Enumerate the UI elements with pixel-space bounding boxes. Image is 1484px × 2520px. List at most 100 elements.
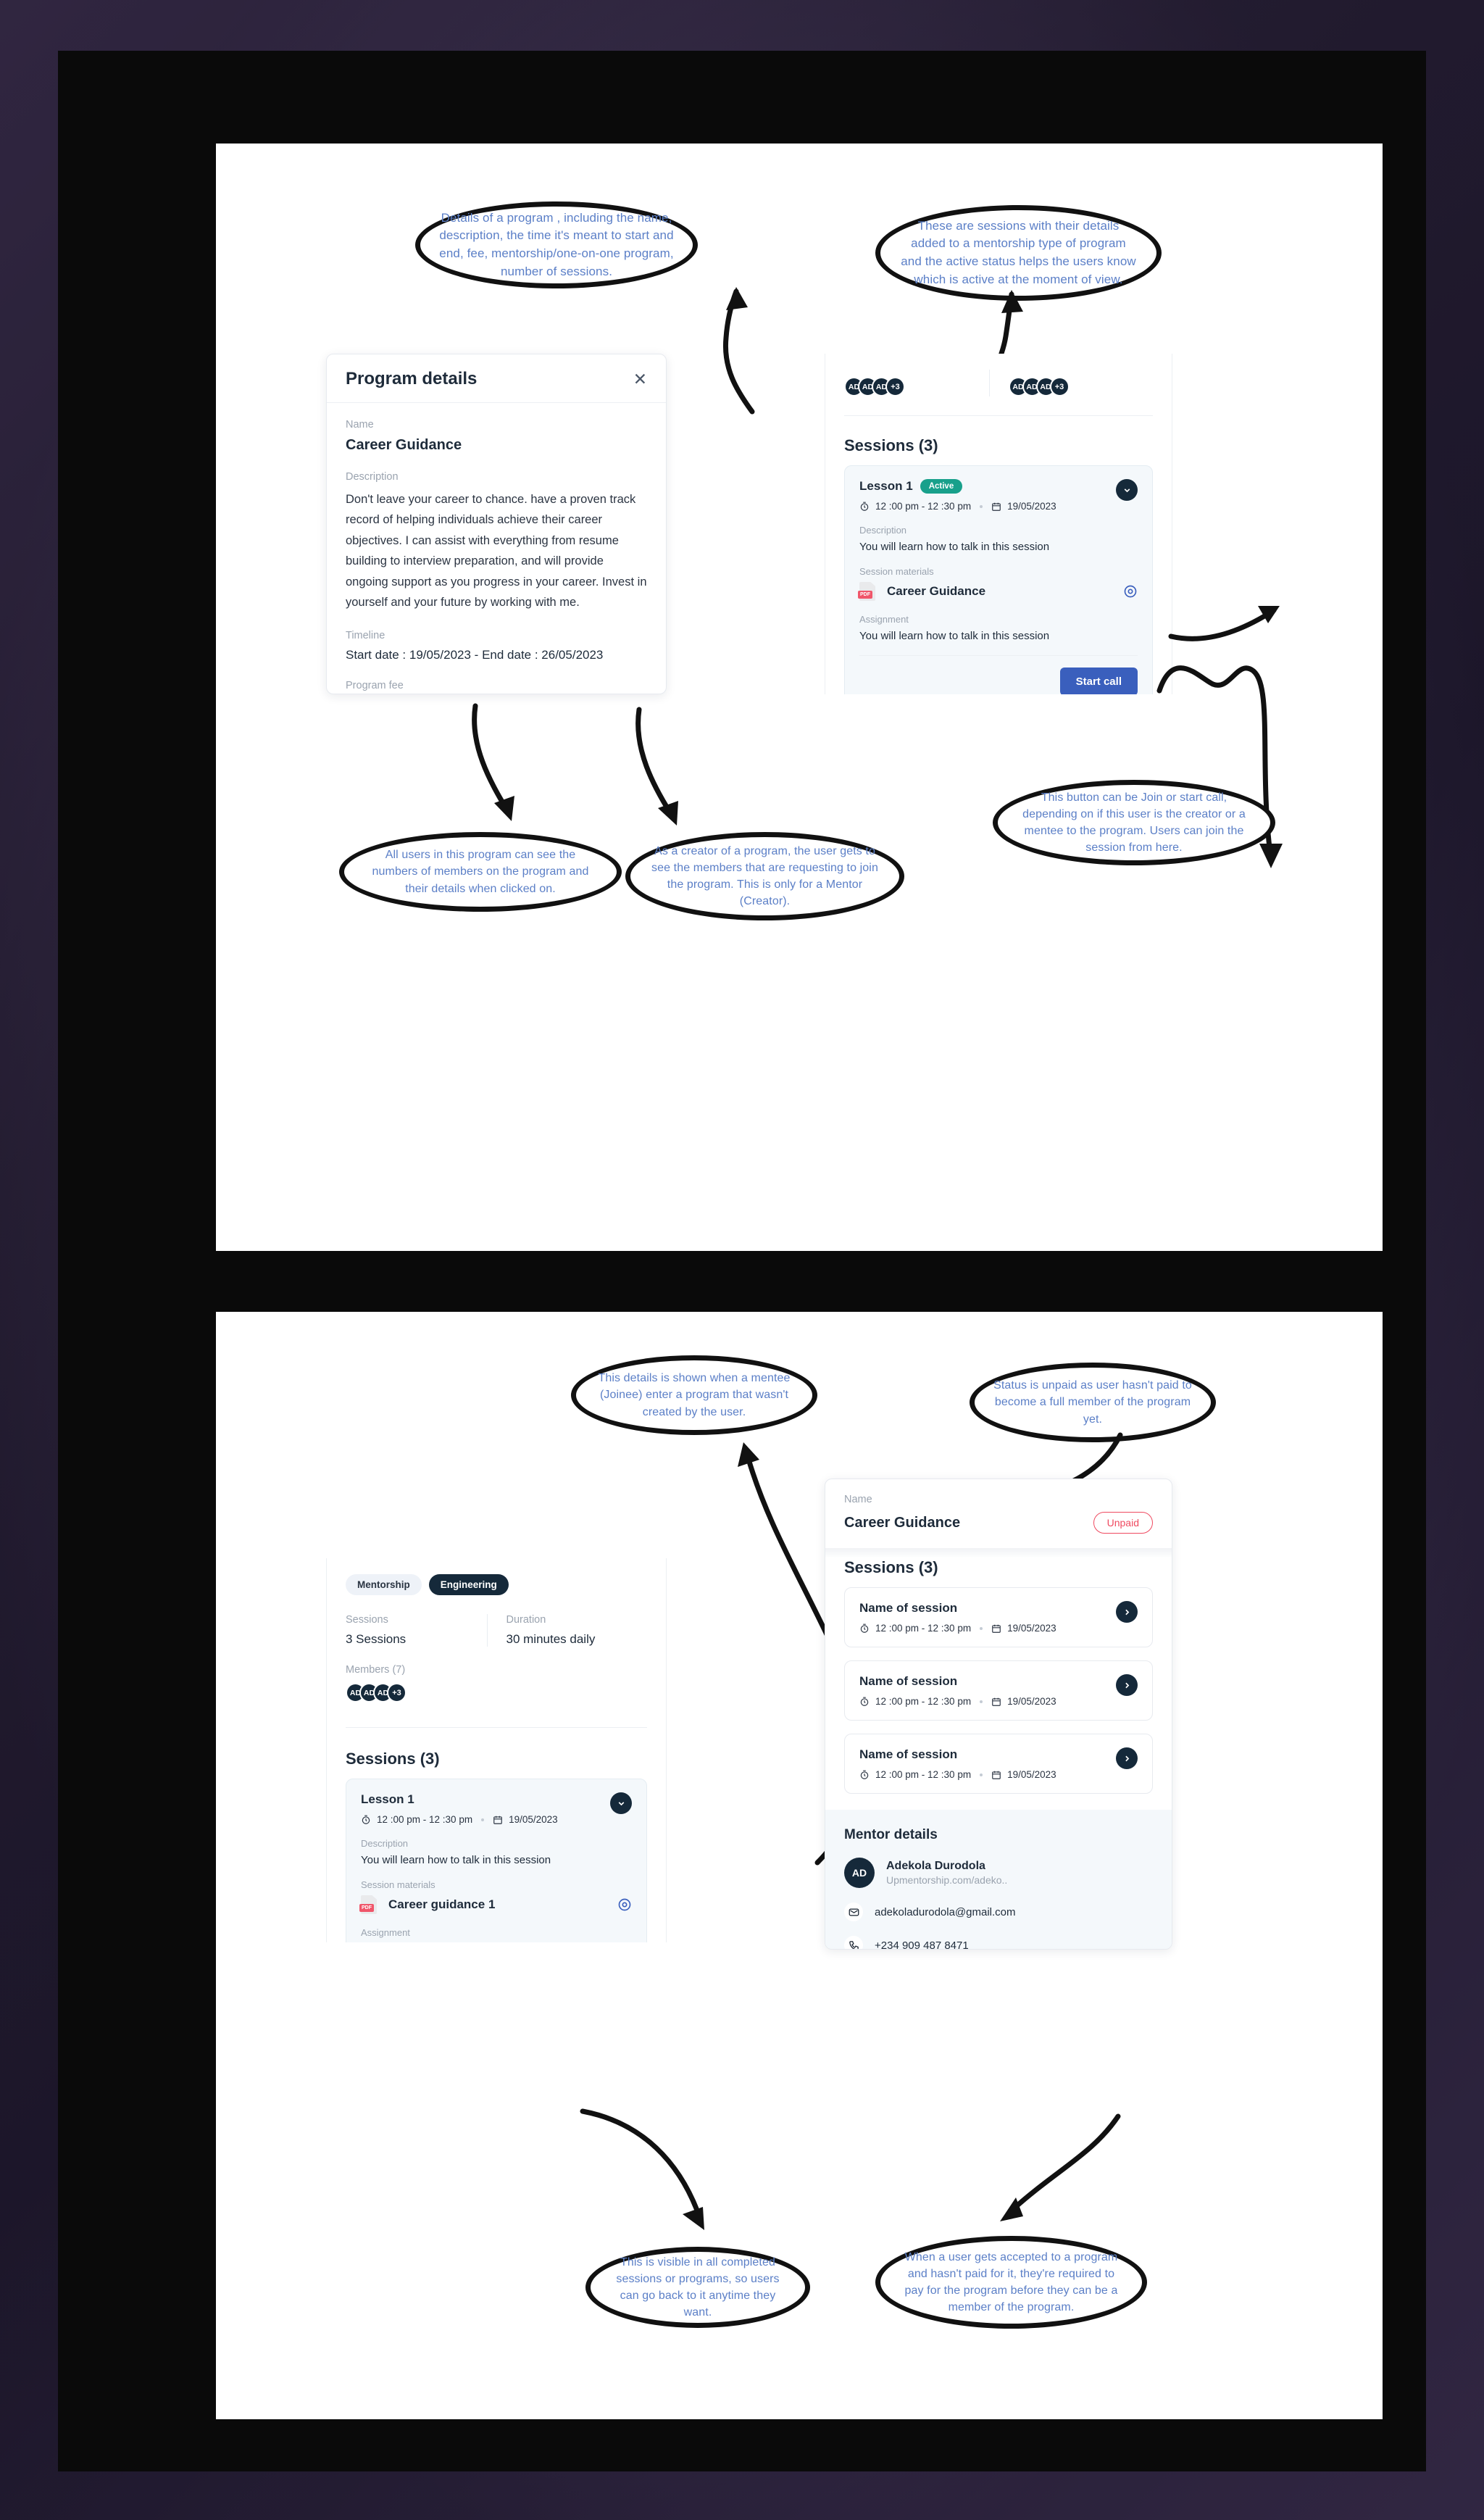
annotation-start-call: This button can be Join or start call, d… xyxy=(993,780,1275,865)
clock-icon xyxy=(361,1815,371,1825)
calendar-icon xyxy=(991,1697,1001,1707)
name-value: Career Guidance xyxy=(844,1514,961,1531)
name-label: Name xyxy=(844,1494,872,1505)
assignment-label: Assignment xyxy=(361,1927,410,1938)
description-label: Description xyxy=(859,525,907,536)
session-date: 19/05/2023 xyxy=(1007,1623,1056,1634)
session-time: 12 :00 pm - 12 :30 pm xyxy=(875,1623,972,1634)
annotation-member-requests: As a creator of a program, the user gets… xyxy=(625,832,904,920)
arrow-program-details xyxy=(722,287,755,415)
chevron-down-icon[interactable] xyxy=(1116,479,1138,501)
avatar-overflow[interactable]: +3 xyxy=(885,377,905,396)
mentee-sessions-heading: Sessions (3) xyxy=(346,1750,440,1768)
mentee-sessions-stat: Sessions 3 Sessions xyxy=(346,1614,487,1647)
program-details-panel: Program details ✕ Name Career Guidance D… xyxy=(326,354,667,694)
mentor-name: Adekola Durodola xyxy=(886,1860,985,1872)
mentor-email: adekoladurodola@gmail.com xyxy=(875,1905,1016,1918)
avatar-overflow[interactable]: +3 xyxy=(1049,377,1070,396)
session-time: 12 :00 pm - 12 :30 pm xyxy=(875,1769,972,1780)
clock-icon xyxy=(859,1623,870,1634)
program-details-header: Program details ✕ xyxy=(327,354,666,403)
chevron-right-icon[interactable] xyxy=(1116,1601,1138,1623)
session-meta: 12 :00 pm - 12 :30 pm 19/05/2023 xyxy=(859,501,1116,512)
unpaid-session-card[interactable]: Name of session 12 :00 pm - 12 :30 pm 19… xyxy=(844,1734,1153,1794)
session-name: Lesson 1 xyxy=(859,479,913,493)
clock-icon xyxy=(859,502,870,512)
pdf-file-icon: PDF xyxy=(858,582,875,601)
annotation-mentee-view: This details is shown when a mentee (Joi… xyxy=(571,1355,817,1435)
material-row[interactable]: PDF Career guidance 1 xyxy=(359,1895,632,1914)
divider xyxy=(859,655,1138,656)
mentor-email-row[interactable]: adekoladurodola@gmail.com xyxy=(844,1903,1153,1921)
mentee-duration-stat: Duration 30 minutes daily xyxy=(486,1614,648,1647)
assignment-label: Assignment xyxy=(859,614,909,625)
materials-label: Session materials xyxy=(361,1879,435,1890)
session-time: 12 :00 pm - 12 :30 pm xyxy=(377,1814,473,1825)
session-date: 19/05/2023 xyxy=(1007,501,1056,512)
session-date: 19/05/2023 xyxy=(509,1814,558,1825)
description-value: Don't leave your career to chance. have … xyxy=(346,493,647,609)
clock-icon xyxy=(859,1697,870,1707)
mentor-identity[interactable]: AD Adekola Durodola Upmentorship.com/ade… xyxy=(844,1858,1153,1888)
calendar-icon xyxy=(493,1815,503,1825)
sessions-members-block[interactable]: AD AD AD +3 xyxy=(844,370,989,396)
start-call-button[interactable]: Start call xyxy=(1059,668,1138,694)
mentor-phone-row[interactable]: +234 909 487 8471 xyxy=(844,1936,1153,1949)
avatar-overflow[interactable]: +3 xyxy=(387,1683,407,1702)
session-meta: 12 :00 pm - 12 :30 pm 19/05/2023 xyxy=(859,1623,1116,1634)
session-name: Name of session xyxy=(859,1601,958,1615)
annotation-members: All users in this program can see the nu… xyxy=(339,832,622,912)
members-avatars[interactable]: AD AD AD +3 xyxy=(844,377,989,396)
presentation-board: Details of a program , including the nam… xyxy=(58,51,1426,2471)
chevron-right-icon[interactable] xyxy=(1116,1674,1138,1696)
duration-label: Duration xyxy=(506,1614,546,1626)
description-value: You will learn how to talk in this sessi… xyxy=(859,541,1050,553)
separator-dot xyxy=(980,504,983,508)
mentee-members-block[interactable]: Members (7) AD AD AD +3 xyxy=(346,1664,647,1702)
phone-icon xyxy=(844,1936,863,1949)
avatar: AD xyxy=(844,1858,875,1888)
canvas: Details of a program , including the nam… xyxy=(0,0,1484,2520)
pdf-file-icon: PDF xyxy=(359,1895,377,1914)
calendar-icon xyxy=(991,1623,1001,1634)
requests-avatars[interactable]: AD AD AD +3 xyxy=(1008,377,1154,396)
tag-engineering[interactable]: Engineering xyxy=(428,1574,509,1595)
divider xyxy=(844,415,1153,416)
members-label: Members (7) xyxy=(346,1664,406,1676)
name-label: Name xyxy=(346,419,374,431)
calendar-icon xyxy=(991,502,1001,512)
arrow-to-material-view xyxy=(1168,606,1280,641)
sessions-panel: AD AD AD +3 AD AD AD +3 Sessions (3) Les… xyxy=(825,354,1172,694)
session-name: Lesson 1 xyxy=(361,1792,414,1806)
mentor-details-section: Mentor details AD Adekola Durodola Upmen… xyxy=(825,1810,1172,1949)
mentor-profile-url[interactable]: Upmentorship.com/adeko.. xyxy=(886,1874,1007,1886)
name-value: Career Guidance xyxy=(346,437,462,453)
chevron-right-icon[interactable] xyxy=(1116,1747,1138,1769)
tag-mentorship[interactable]: Mentorship xyxy=(346,1574,422,1595)
session-name: Name of session xyxy=(859,1674,958,1688)
mentee-session-card-lesson-1[interactable]: Lesson 1 12 :00 pm - 12 :30 pm 19/05/202… xyxy=(346,1779,647,1942)
unpaid-session-card[interactable]: Name of session 12 :00 pm - 12 :30 pm 19… xyxy=(844,1587,1153,1647)
program-fee-field: Program fee $50 xyxy=(327,680,666,694)
unpaid-session-card[interactable]: Name of session 12 :00 pm - 12 :30 pm 19… xyxy=(844,1660,1153,1721)
annotation-sessions: These are sessions with their details ad… xyxy=(875,205,1162,301)
members-avatars[interactable]: AD AD AD +3 xyxy=(346,1683,647,1702)
view-icon[interactable] xyxy=(617,1897,632,1912)
arrow-pay-button xyxy=(1000,2113,1121,2221)
clock-icon xyxy=(859,1770,870,1780)
session-meta: 12 :00 pm - 12 :30 pm 19/05/2023 xyxy=(859,1696,1116,1707)
chevron-down-icon[interactable] xyxy=(610,1792,632,1814)
material-row[interactable]: PDF Career Guidance xyxy=(858,582,1138,601)
sessions-label: Sessions xyxy=(346,1614,388,1626)
duration-value: 30 minutes daily xyxy=(506,1632,596,1646)
sessions-requests-block[interactable]: AD AD AD +3 xyxy=(988,370,1154,396)
materials-label: Session materials xyxy=(859,566,934,577)
separator-dot xyxy=(980,1700,983,1703)
view-icon[interactable] xyxy=(1123,584,1138,599)
session-meta: 12 :00 pm - 12 :30 pm 19/05/2023 xyxy=(361,1814,610,1825)
annotation-session-recording: This is visible in all completed session… xyxy=(585,2247,810,2328)
close-icon[interactable]: ✕ xyxy=(633,370,647,388)
session-card-lesson-1[interactable]: Lesson 1 Active 12 :00 pm - 12 :30 pm 19… xyxy=(844,465,1153,694)
program-name-field: Name Career Guidance xyxy=(327,419,666,454)
sessions-value: 3 Sessions xyxy=(346,1632,407,1646)
